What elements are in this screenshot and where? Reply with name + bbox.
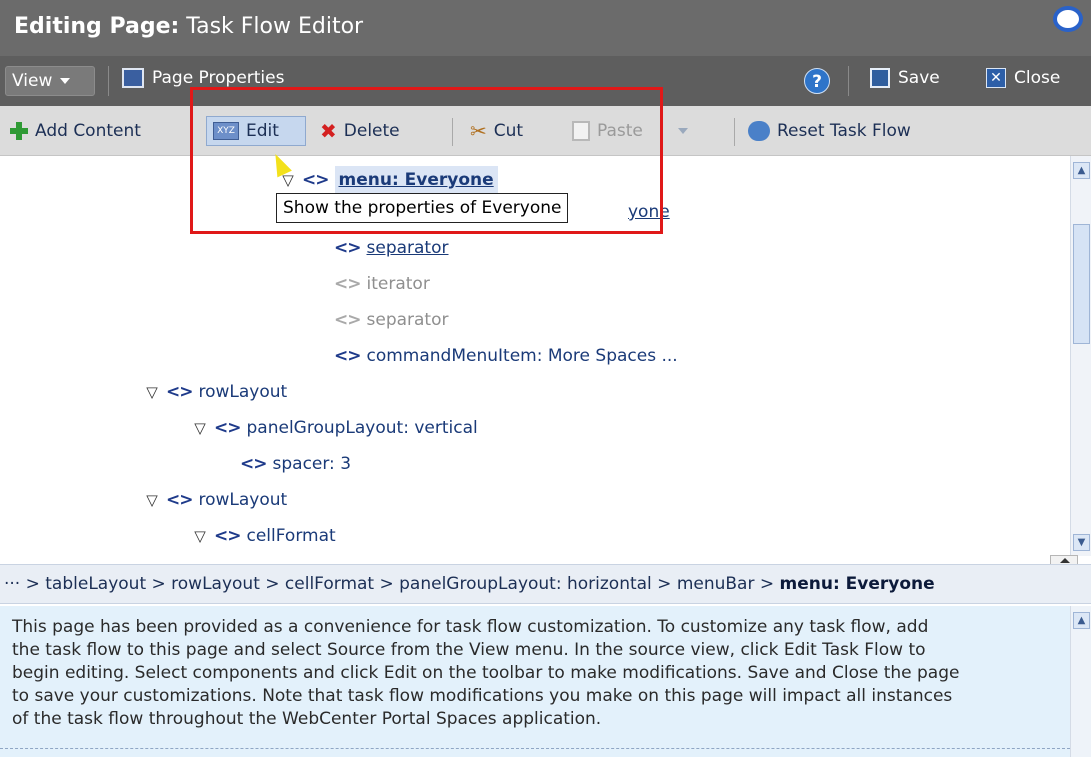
- tree-node-label: separator: [366, 310, 449, 330]
- tree-node-label: cellFormat: [246, 526, 336, 546]
- component-tag-icon: <>: [334, 346, 361, 366]
- breadcrumb: ··· > tableLayout > rowLayout > cellForm…: [0, 564, 1091, 604]
- oracle-logo-icon: [1053, 6, 1083, 32]
- title-bar: Editing Page: Task Flow Editor: [0, 0, 1091, 56]
- component-tag-icon: <>: [302, 170, 329, 190]
- close-icon: ✕: [986, 68, 1006, 88]
- expand-triangle-icon[interactable]: ▽: [192, 414, 208, 442]
- tree-node[interactable]: ▽ <> cellFormat: [192, 522, 336, 550]
- edit-icon: XYZ: [213, 122, 239, 140]
- info-pane: This page has been provided as a conveni…: [0, 606, 1070, 757]
- chevron-down-icon: [60, 78, 71, 84]
- info-scrollbar[interactable]: ▲: [1070, 606, 1091, 757]
- tree-node-label: yone: [628, 202, 670, 222]
- view-menu-button[interactable]: View: [5, 66, 95, 96]
- tree-node[interactable]: ▽ <> rowLayout: [144, 486, 287, 514]
- tree-node-partial[interactable]: yone: [628, 198, 670, 226]
- component-tag-icon: <>: [334, 238, 361, 258]
- close-label: Close: [1014, 68, 1061, 88]
- edit-button[interactable]: XYZ Edit: [206, 116, 306, 146]
- tree-node-hidden[interactable]: <> iterator: [334, 270, 430, 298]
- reset-task-flow-button[interactable]: Reset Task Flow: [748, 116, 911, 146]
- tree-node-label: separator: [366, 238, 449, 258]
- delete-button[interactable]: ✖ Delete: [320, 116, 400, 146]
- cut-button[interactable]: ✂ Cut: [470, 116, 523, 146]
- scroll-up-icon[interactable]: ▲: [1073, 612, 1090, 629]
- tree-node-label: panelGroupLayout: vertical: [246, 418, 478, 438]
- tree-node-label: rowLayout: [198, 382, 288, 402]
- info-line: the task flow to this page and select So…: [12, 640, 926, 660]
- plus-icon: [10, 122, 28, 140]
- breadcrumb-current: menu: Everyone: [779, 574, 935, 594]
- add-content-button[interactable]: Add Content: [10, 116, 141, 146]
- chevron-down-icon[interactable]: [677, 128, 688, 134]
- component-tag-icon: <>: [166, 382, 193, 402]
- save-label: Save: [898, 68, 940, 88]
- delete-label: Delete: [343, 121, 400, 141]
- view-menu-label: View: [12, 71, 53, 91]
- component-tag-icon: <>: [240, 454, 267, 474]
- paste-label: Paste: [597, 121, 643, 141]
- tree-node-label: spacer: 3: [272, 454, 352, 474]
- add-content-label: Add Content: [35, 121, 141, 141]
- info-line: begin editing. Select components and cli…: [12, 663, 960, 683]
- save-icon: [870, 68, 890, 88]
- page-properties-label: Page Properties: [152, 68, 285, 88]
- reset-icon: [748, 121, 770, 141]
- tree-node[interactable]: <> commandMenuItem: More Spaces ...: [334, 342, 678, 370]
- tree-node[interactable]: <> separator: [334, 234, 449, 262]
- info-line: of the task flow throughout the WebCente…: [12, 709, 602, 729]
- tree-node[interactable]: <> spacer: 3: [240, 450, 351, 478]
- page-title: Editing Page: Task Flow Editor: [14, 13, 363, 41]
- title-prefix: Editing Page:: [14, 14, 180, 39]
- edit-label: Edit: [246, 121, 279, 141]
- tree-scrollbar[interactable]: ▲ ▼: [1070, 156, 1091, 556]
- toolbar-divider: [734, 118, 735, 146]
- component-tag-icon: <>: [166, 490, 193, 510]
- reset-label: Reset Task Flow: [777, 121, 911, 141]
- menu-divider: [848, 66, 849, 96]
- tooltip: Show the properties of Everyone: [276, 193, 569, 223]
- save-button[interactable]: Save: [870, 68, 940, 88]
- hidden-component-icon: <>: [334, 310, 361, 330]
- component-tag-icon: <>: [214, 418, 241, 438]
- title-name: Task Flow Editor: [186, 14, 364, 39]
- page-properties-icon: [122, 68, 144, 88]
- toolbar: Add Content XYZ Edit ✖ Delete ✂ Cut Past…: [0, 106, 1091, 156]
- expand-triangle-icon[interactable]: ▽: [144, 486, 160, 514]
- divider: [0, 748, 1070, 751]
- help-icon[interactable]: ?: [804, 68, 830, 94]
- component-tag-icon: <>: [214, 526, 241, 546]
- expand-triangle-icon[interactable]: ▽: [192, 522, 208, 550]
- scrollbar-thumb[interactable]: [1073, 224, 1090, 344]
- delete-icon: ✖: [320, 119, 337, 143]
- tree-node-hidden[interactable]: <> separator: [334, 306, 449, 334]
- hidden-component-icon: <>: [334, 274, 361, 294]
- close-button[interactable]: ✕ Close: [986, 68, 1060, 88]
- scroll-down-icon[interactable]: ▼: [1073, 534, 1090, 551]
- breadcrumb-path[interactable]: ··· > tableLayout > rowLayout > cellForm…: [4, 574, 780, 594]
- tree-node[interactable]: ▽ <> panelGroupLayout: vertical: [192, 414, 478, 442]
- tree-node-label: commandMenuItem: More Spaces ...: [366, 346, 678, 366]
- tree-node-selected[interactable]: ▽ <> menu: Everyone: [280, 166, 498, 194]
- info-line: This page has been provided as a conveni…: [12, 617, 929, 637]
- page-properties-button[interactable]: Page Properties: [122, 68, 284, 88]
- paste-icon: [572, 121, 590, 141]
- scroll-up-icon[interactable]: ▲: [1073, 162, 1090, 179]
- tree-node-label: rowLayout: [198, 490, 288, 510]
- expand-triangle-icon[interactable]: ▽: [144, 378, 160, 406]
- paste-button[interactable]: Paste: [572, 116, 688, 146]
- menu-bar: View Page Properties ? Save ✕ Close: [0, 56, 1091, 106]
- toolbar-divider: [452, 118, 453, 146]
- menu-divider: [108, 66, 109, 96]
- tree-node[interactable]: ▽ <> rowLayout: [144, 378, 287, 406]
- info-line: to save your customizations. Note that t…: [12, 686, 953, 706]
- scissors-icon: ✂: [470, 119, 487, 143]
- tree-node-label: iterator: [366, 274, 430, 294]
- tree-node-label: menu: Everyone: [334, 166, 498, 194]
- cut-label: Cut: [493, 121, 524, 141]
